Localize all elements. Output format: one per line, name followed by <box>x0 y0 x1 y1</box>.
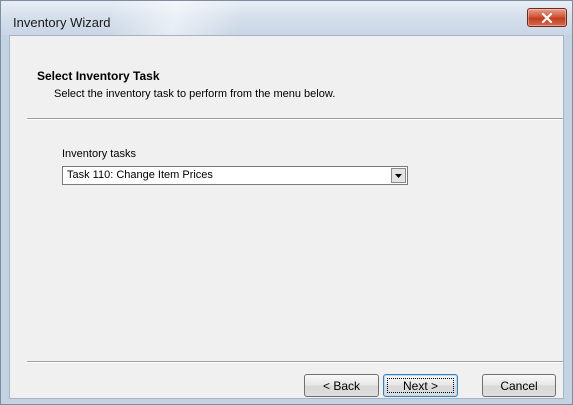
wizard-body: Select Inventory Task Select the invento… <box>9 35 564 399</box>
page-title: Select Inventory Task <box>37 69 160 83</box>
inventory-wizard-window: Inventory Wizard Select Inventory Task S… <box>0 0 573 405</box>
footer-divider <box>27 361 563 363</box>
wizard-header: Select Inventory Task Select the invento… <box>10 36 563 115</box>
inventory-tasks-selected-value: Task 110: Change Item Prices <box>67 169 213 181</box>
inventory-tasks-label: Inventory tasks <box>62 148 136 160</box>
cancel-button[interactable]: Cancel <box>482 374 556 397</box>
dropdown-arrow-button[interactable] <box>391 168 406 183</box>
chevron-down-icon <box>395 173 402 178</box>
title-bar-sheen <box>111 1 271 35</box>
back-button[interactable]: < Back <box>304 374 379 397</box>
header-divider <box>27 118 563 120</box>
close-button[interactable] <box>527 8 567 27</box>
inventory-tasks-select[interactable]: Task 110: Change Item Prices <box>62 166 408 185</box>
window-title: Inventory Wizard <box>13 15 111 30</box>
page-subtitle: Select the inventory task to perform fro… <box>54 88 336 100</box>
title-bar[interactable]: Inventory Wizard <box>1 1 572 35</box>
close-icon <box>541 12 553 23</box>
next-button[interactable]: Next > <box>383 374 458 397</box>
next-button-label: Next > <box>402 378 438 393</box>
